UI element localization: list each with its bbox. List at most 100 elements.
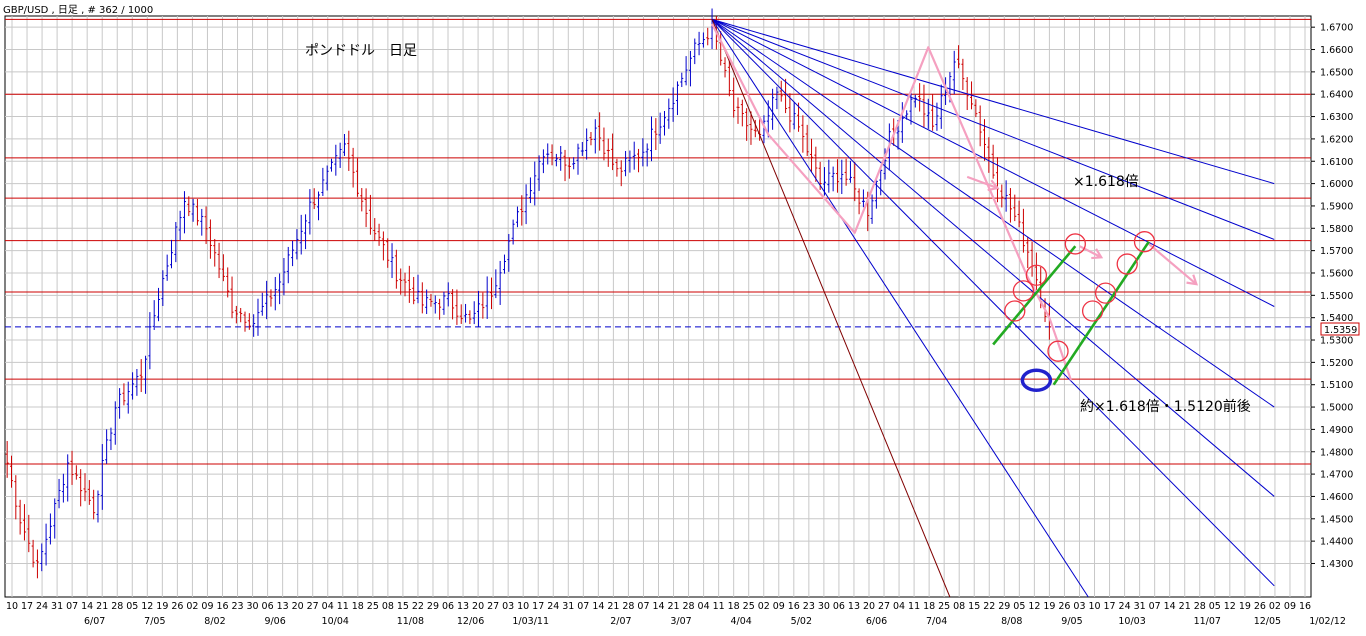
y-tick-label: 1.4400 [1320, 537, 1353, 548]
x-month-label: 12/05 [1254, 616, 1281, 627]
y-tick-label: 1.6100 [1320, 157, 1353, 168]
x-day-label: 28 [111, 601, 123, 612]
x-day-label: 10 [6, 601, 18, 612]
x-day-label: 12 [141, 601, 153, 612]
x-month-label: 5/02 [791, 616, 812, 627]
y-tick-label: 1.6600 [1320, 45, 1353, 56]
y-tick-label: 1.6000 [1320, 179, 1353, 190]
y-tick-label: 1.6400 [1320, 90, 1353, 101]
x-day-label: 16 [1299, 601, 1311, 612]
x-day-label: 10 [1088, 601, 1100, 612]
x-day-label: 11 [337, 601, 349, 612]
x-month-label: 12/06 [457, 616, 484, 627]
x-day-label: 28 [1194, 601, 1206, 612]
x-day-label: 07 [637, 601, 649, 612]
y-tick-label: 1.5500 [1320, 291, 1353, 302]
x-day-label: 07 [577, 601, 589, 612]
y-tick-label: 1.4600 [1320, 492, 1353, 503]
x-day-label: 04 [698, 601, 710, 612]
x-day-label: 06 [262, 601, 274, 612]
y-tick-label: 1.4700 [1320, 470, 1353, 481]
x-day-label: 09 [1284, 601, 1296, 612]
y-tick-label: 1.6300 [1320, 112, 1353, 123]
price-axis: 1.6700 1.6600 1.6500 1.6400 1.6300 1.6200 1.61… [1311, 23, 1353, 570]
x-day-label: 21 [607, 601, 619, 612]
x-day-label: 18 [728, 601, 740, 612]
fib-lower-annotation: 約×1.618倍・1.5120前後 [1080, 398, 1251, 415]
y-tick-label: 1.5100 [1320, 380, 1353, 391]
x-month-label: 10/04 [322, 616, 349, 627]
x-day-label: 05 [126, 601, 138, 612]
y-tick-label: 1.6200 [1320, 134, 1353, 145]
x-day-label: 13 [277, 601, 289, 612]
x-day-label: 27 [878, 601, 890, 612]
x-day-label: 05 [1013, 601, 1025, 612]
fib-upper-annotation: ×1.618倍 [1073, 174, 1139, 190]
date-axis: 10 17 24 31 07 14 21 28 05 12 19 26 02 09 16 23 30 06 13 20… [6, 601, 1346, 627]
y-tick-label: 1.5000 [1320, 403, 1353, 414]
x-day-label: 24 [36, 601, 48, 612]
y-tick-label: 1.5900 [1320, 201, 1353, 212]
x-month-label: 1/03/11 [512, 616, 549, 627]
x-day-label: 17 [21, 601, 33, 612]
x-day-label: 24 [547, 601, 559, 612]
x-day-label: 27 [487, 601, 499, 612]
x-day-label: 30 [818, 601, 830, 612]
x-day-label: 15 [397, 601, 409, 612]
x-day-label: 11 [908, 601, 920, 612]
x-month-label: 8/02 [204, 616, 225, 627]
x-day-label: 02 [1269, 601, 1281, 612]
x-day-label: 17 [1103, 601, 1115, 612]
x-day-label: 14 [1164, 601, 1176, 612]
x-month-label: 11/07 [1194, 616, 1221, 627]
x-day-label: 15 [968, 601, 980, 612]
x-day-label: 21 [667, 601, 679, 612]
y-tick-label: 1.6700 [1320, 23, 1353, 34]
x-day-label: 05 [1209, 601, 1221, 612]
x-day-label: 26 [1058, 601, 1070, 612]
x-day-label: 29 [998, 601, 1010, 612]
x-day-label: 09 [773, 601, 785, 612]
x-month-label: 6/07 [84, 616, 105, 627]
x-month-label: 3/07 [670, 616, 691, 627]
x-day-label: 02 [758, 601, 770, 612]
x-day-label: 14 [592, 601, 604, 612]
x-day-label: 04 [322, 601, 334, 612]
x-month-label: 9/05 [1061, 616, 1082, 627]
x-day-label: 31 [1134, 601, 1146, 612]
y-tick-label: 1.6500 [1320, 67, 1353, 78]
chart-title: ポンドドル 日足 [305, 43, 417, 59]
x-day-label: 20 [863, 601, 875, 612]
x-day-label: 21 [96, 601, 108, 612]
x-day-label: 18 [352, 601, 364, 612]
x-month-label: 6/06 [866, 616, 887, 627]
x-day-label: 09 [201, 601, 213, 612]
x-month-label: 7/05 [144, 616, 165, 627]
x-day-label: 19 [1043, 601, 1055, 612]
x-day-label: 26 [1254, 601, 1266, 612]
x-day-label: 23 [803, 601, 815, 612]
x-day-label: 16 [216, 601, 228, 612]
x-day-label: 19 [1239, 601, 1251, 612]
x-month-label: 4/04 [731, 616, 752, 627]
y-tick-label: 1.5700 [1320, 246, 1353, 257]
y-tick-label: 1.4800 [1320, 447, 1353, 458]
x-day-label: 26 [171, 601, 183, 612]
y-tick-label: 1.5300 [1320, 336, 1353, 347]
x-day-label: 28 [683, 601, 695, 612]
x-day-label: 20 [292, 601, 304, 612]
x-month-label: 1/02/12 [1309, 616, 1346, 627]
x-day-label: 11 [713, 601, 725, 612]
x-day-label: 27 [307, 601, 319, 612]
x-month-label: 9/06 [264, 616, 285, 627]
x-day-label: 03 [1073, 601, 1085, 612]
x-day-label: 31 [562, 601, 574, 612]
x-month-label: 7/04 [926, 616, 947, 627]
x-day-label: 13 [848, 601, 860, 612]
x-day-label: 13 [457, 601, 469, 612]
x-day-label: 14 [81, 601, 93, 612]
y-tick-label: 1.4300 [1320, 559, 1353, 570]
y-tick-label: 1.5600 [1320, 268, 1353, 279]
x-day-label: 18 [923, 601, 935, 612]
x-month-label: 8/08 [1001, 616, 1022, 627]
